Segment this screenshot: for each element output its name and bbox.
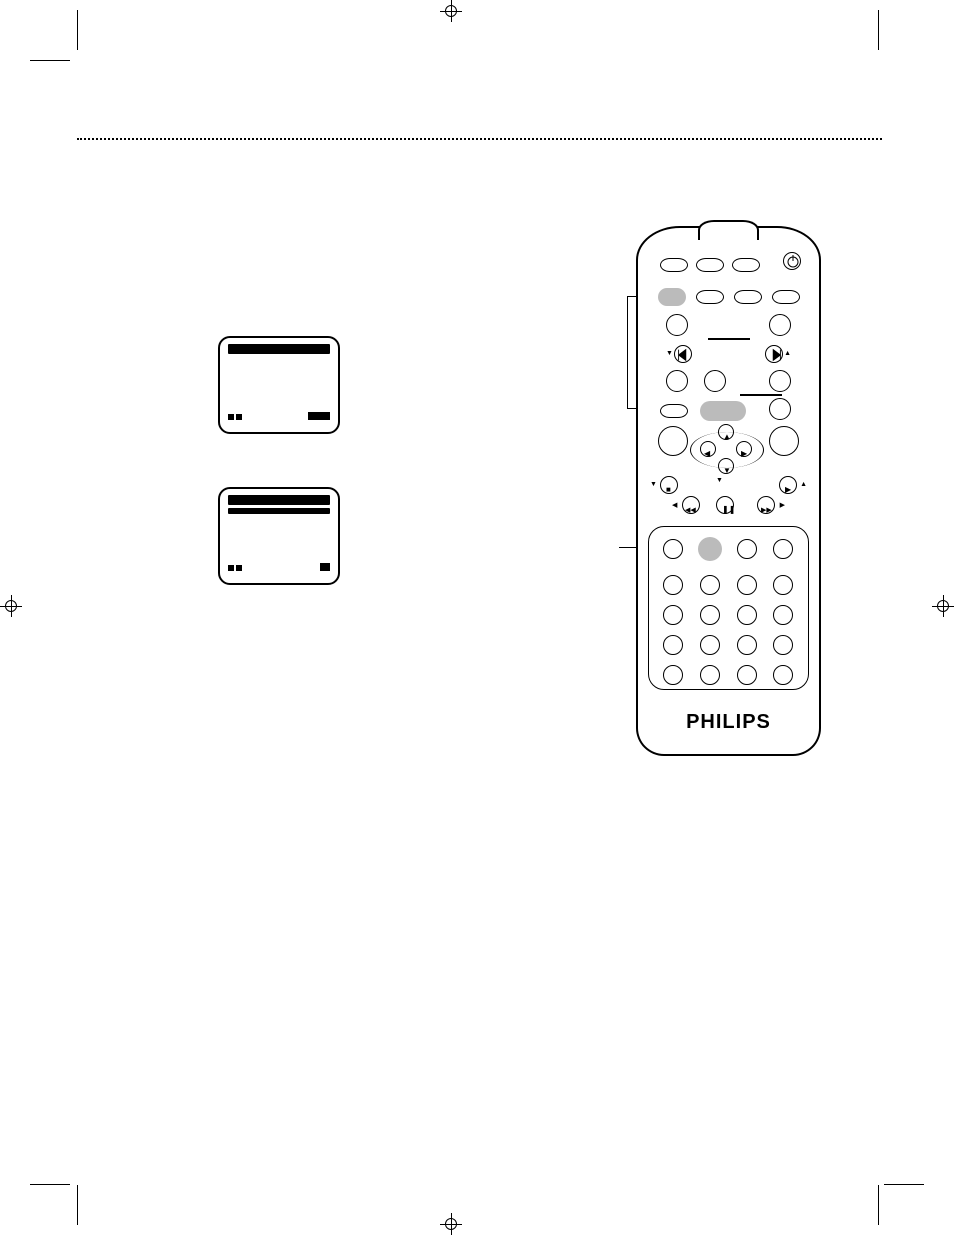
keypad-button[interactable] [700, 665, 720, 685]
registration-mark [440, 0, 462, 22]
keypad-panel [648, 526, 809, 690]
display-panel-1 [218, 336, 340, 434]
crop-mark [878, 1185, 879, 1225]
leader-line [627, 296, 628, 408]
remote-oval-button-highlighted[interactable] [700, 401, 746, 421]
remote-oval-button[interactable] [696, 290, 724, 304]
crop-mark [878, 10, 879, 50]
keypad-button[interactable] [663, 635, 683, 655]
down-triangle-icon: ▼ [716, 477, 723, 484]
remote-oval-button[interactable] [732, 258, 760, 272]
keypad-button[interactable] [737, 665, 757, 685]
rewind-icon: ◀◀ [685, 507, 696, 514]
remote-large-button[interactable] [658, 426, 688, 456]
stop-button[interactable]: ■ [660, 476, 678, 494]
panel-footer [228, 407, 330, 425]
skip-next-icon [766, 346, 784, 364]
keypad-button[interactable] [773, 605, 793, 625]
power-icon [784, 253, 802, 271]
remote-oval-button-highlighted[interactable] [658, 288, 686, 306]
keypad-button[interactable] [773, 575, 793, 595]
ffwd-icon: ▶▶ [761, 507, 772, 514]
next-track-button[interactable] [765, 345, 783, 363]
keypad-button[interactable] [663, 605, 683, 625]
remote-oval-button[interactable] [660, 258, 688, 272]
keypad-button[interactable] [773, 635, 793, 655]
crop-mark [30, 60, 70, 61]
brand-logo: PHILIPS [638, 711, 819, 734]
remote-oval-button[interactable] [660, 404, 688, 418]
keypad-button[interactable] [663, 665, 683, 685]
pause-button[interactable]: ❚❚ [716, 496, 734, 514]
divider-icon [740, 394, 782, 396]
play-button[interactable]: ▶ [779, 476, 797, 494]
rewind-button[interactable]: ◀◀ [682, 496, 700, 514]
panel-bar [228, 344, 330, 354]
left-triangle-icon: ◀ [672, 501, 677, 509]
crop-mark [884, 1184, 924, 1185]
down-triangle-icon: ▼ [650, 481, 657, 488]
panel-bar [228, 495, 330, 505]
pause-icon: ❚❚ [722, 505, 735, 514]
power-button[interactable] [783, 252, 801, 270]
display-panel-2 [218, 487, 340, 585]
registration-mark [932, 595, 954, 617]
panel-footer [228, 558, 330, 576]
remote-round-button[interactable] [769, 398, 791, 420]
panel-subbar [228, 508, 330, 514]
prev-track-button[interactable] [674, 345, 692, 363]
play-icon: ▶ [785, 485, 791, 494]
keypad-button[interactable] [773, 539, 793, 559]
keypad-button[interactable] [663, 575, 683, 595]
crop-mark [77, 10, 78, 50]
keypad-button[interactable] [737, 575, 757, 595]
remote-round-button[interactable] [666, 370, 688, 392]
keypad-button[interactable] [773, 665, 793, 685]
remote-large-button[interactable] [769, 426, 799, 456]
remote-oval-button[interactable] [696, 258, 724, 272]
skip-prev-icon [675, 346, 693, 364]
keypad-button-highlighted[interactable] [698, 537, 722, 561]
registration-mark [0, 595, 22, 617]
keypad-button[interactable] [737, 539, 757, 559]
remote-oval-button[interactable] [772, 290, 800, 304]
remote-round-button[interactable] [769, 370, 791, 392]
keypad-button[interactable] [737, 635, 757, 655]
dpad-cluster: ▲ ▼ ◀ ▶ ■ ▶ ▼ ▲ ▼ ◀◀ ❚❚ ▶▶ ◀ ▶ [656, 424, 801, 516]
divider-icon [708, 338, 750, 340]
keypad-button[interactable] [700, 605, 720, 625]
down-triangle-icon: ▼ [666, 350, 673, 357]
keypad-button[interactable] [700, 635, 720, 655]
remote-oval-button[interactable] [734, 290, 762, 304]
up-triangle-icon: ▲ [784, 350, 791, 357]
dotted-divider [77, 138, 882, 140]
crop-mark [30, 1184, 70, 1185]
registration-mark [440, 1213, 462, 1235]
remote-control: ▼ ▲ ▲ ▼ ◀ ▶ ■ ▶ ▼ ▲ ▼ ◀◀ ❚❚ ▶▶ ◀ ▶ [636, 226, 821, 756]
right-triangle-icon: ▶ [780, 501, 785, 509]
dpad-arc [690, 432, 764, 468]
crop-mark [77, 1185, 78, 1225]
keypad-button[interactable] [737, 605, 757, 625]
fast-forward-button[interactable]: ▶▶ [757, 496, 775, 514]
remote-round-button[interactable] [769, 314, 791, 336]
stop-icon: ■ [666, 485, 671, 494]
keypad-button[interactable] [700, 575, 720, 595]
keypad-button[interactable] [663, 539, 683, 559]
remote-round-button[interactable] [666, 314, 688, 336]
up-triangle-icon: ▲ [800, 481, 807, 488]
remote-round-button[interactable] [704, 370, 726, 392]
